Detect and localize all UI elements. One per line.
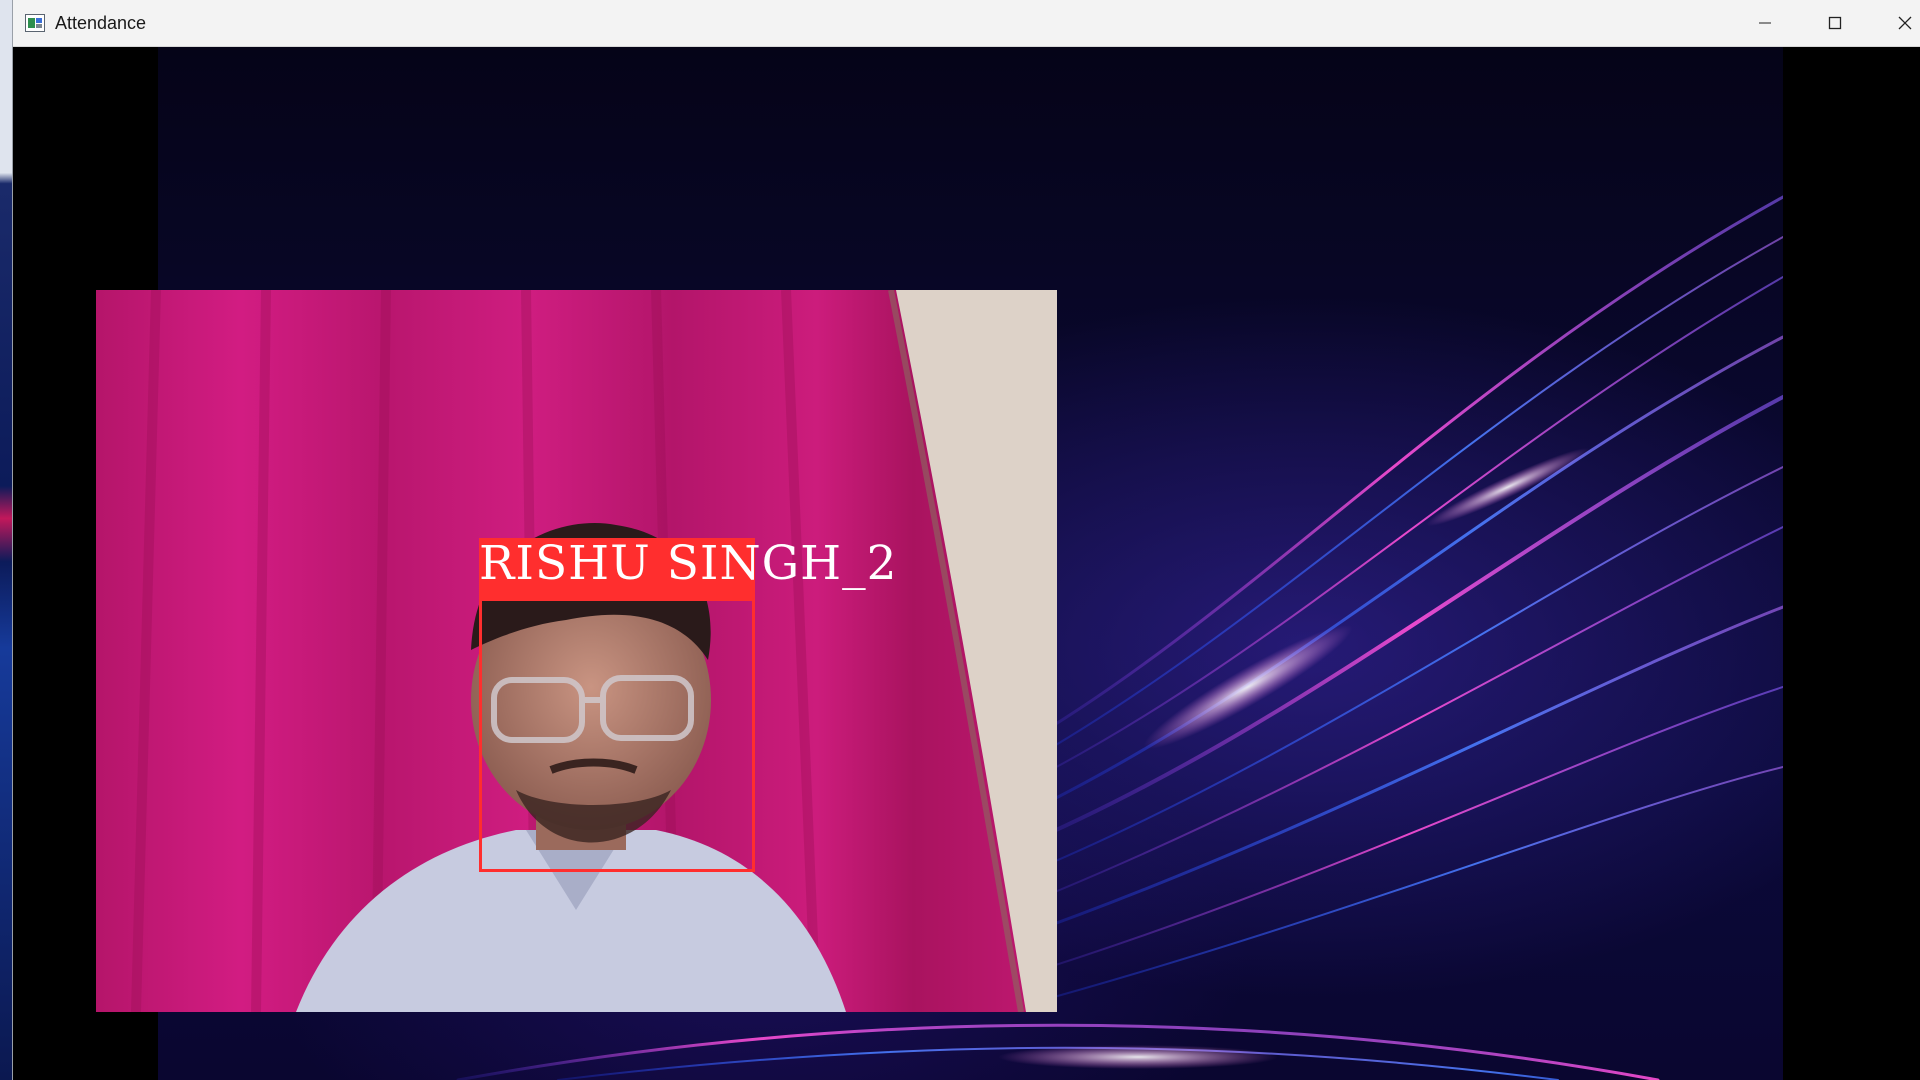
attendance-window: Attendance RISHU SINGH_2: [12, 0, 1920, 1080]
face-detection-box: [479, 598, 755, 872]
desktop-background-strip: [0, 0, 12, 1080]
minimize-icon: [1758, 16, 1772, 30]
close-icon: [1898, 16, 1912, 30]
window-client-area: RISHU SINGH_2: [13, 47, 1920, 1080]
recognized-name-label: RISHU SINGH_2: [479, 536, 898, 591]
minimize-button[interactable]: [1730, 0, 1800, 46]
maximize-icon: [1828, 16, 1842, 30]
close-button[interactable]: [1870, 0, 1920, 46]
window-title: Attendance: [55, 13, 147, 33]
camera-feed: RISHU SINGH_2: [96, 290, 1057, 1012]
app-window-icon: [25, 14, 45, 32]
title-bar[interactable]: Attendance: [13, 0, 1920, 47]
maximize-button[interactable]: [1800, 0, 1870, 46]
